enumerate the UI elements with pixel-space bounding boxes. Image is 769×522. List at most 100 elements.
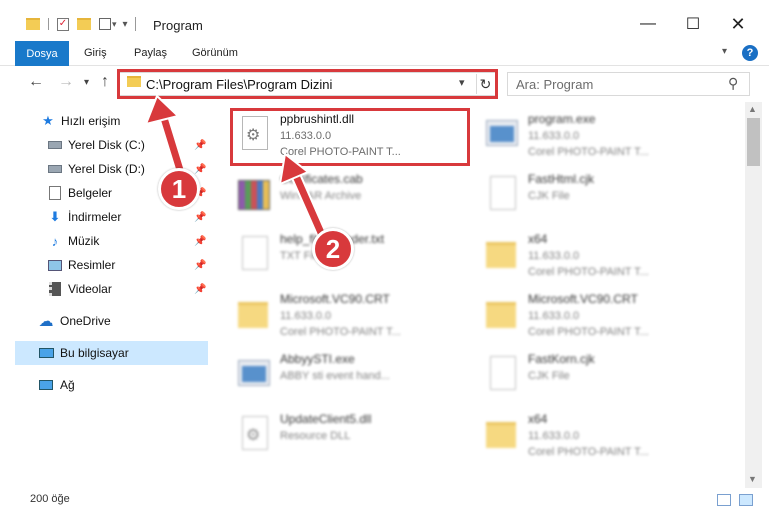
tab-share[interactable]: Paylaş <box>134 47 167 59</box>
ribbon-tabs <box>0 40 769 66</box>
folder-icon <box>484 414 520 458</box>
cloud-icon: ☁ <box>38 313 54 330</box>
sidebar-item-label: Ağ <box>60 378 75 392</box>
documents-icon <box>47 185 63 201</box>
file-name: Microsoft.VC90.CRT <box>528 292 638 306</box>
file-name: x64 <box>528 232 548 246</box>
sidebar-item-label: İndirmeler <box>68 210 122 224</box>
file-name: FastKorn.cjk <box>528 352 595 366</box>
sidebar-item-videos[interactable]: Videolar 📌 <box>0 278 208 300</box>
pin-icon: 📌 <box>194 235 207 247</box>
pin-icon: 📌 <box>194 259 207 271</box>
file-name: program.exe <box>528 112 596 126</box>
file-type: CJK File <box>528 190 570 202</box>
tab-view[interactable]: Görünüm <box>192 47 238 59</box>
search-icon[interactable]: ⚲ <box>728 75 738 92</box>
file-version: 11.633.0.0 <box>528 130 580 142</box>
folder-icon[interactable] <box>26 18 40 30</box>
file-item[interactable]: AbbyySTI.exe ABBY sti event hand... <box>236 350 476 406</box>
file-description: Corel PHOTO-PAINT T... <box>528 266 649 278</box>
tab-file[interactable]: Dosya <box>15 41 69 66</box>
properties-icon[interactable]: ✓ <box>57 17 69 31</box>
sidebar-item-this-pc[interactable]: Bu bilgisayar <box>15 341 208 365</box>
quick-access-toolbar: ✓ ▾ ▾ <box>26 14 136 34</box>
file-item[interactable]: Microsoft.VC90.CRT 11.633.0.0 Corel PHOT… <box>484 290 724 346</box>
new-folder-icon[interactable] <box>77 18 91 30</box>
up-icon[interactable]: ↑ <box>101 73 109 91</box>
dll-gear-icon <box>236 414 272 458</box>
file-name: Certificates.cab <box>280 172 363 186</box>
drive-icon <box>47 137 63 153</box>
star-icon: ★ <box>42 113 54 128</box>
item-count: 200 öğe <box>30 493 70 505</box>
exe-icon <box>236 354 272 398</box>
blank-file-icon <box>484 174 520 218</box>
file-highlight-box <box>230 108 470 166</box>
pin-icon: 📌 <box>194 163 207 175</box>
file-type: WinRAR Archive <box>280 190 362 202</box>
back-icon[interactable]: ← <box>28 73 44 91</box>
customize-icon[interactable]: ▾ <box>123 19 128 30</box>
sidebar-item-onedrive[interactable]: ☁ OneDrive <box>0 310 208 332</box>
file-item[interactable]: Microsoft.VC90.CRT 11.633.0.0 Corel PHOT… <box>236 290 476 346</box>
file-version: 11.633.0.0 <box>528 310 580 322</box>
scrollbar-thumb[interactable] <box>747 118 760 166</box>
scroll-down-icon[interactable]: ▼ <box>748 474 757 484</box>
sidebar-item-network[interactable]: Ağ <box>0 374 208 396</box>
status-bar <box>0 488 769 522</box>
maximize-icon[interactable]: ☐ <box>673 10 713 38</box>
tab-home[interactable]: Giriş <box>84 47 107 59</box>
minimize-icon[interactable]: — <box>628 10 668 38</box>
file-item[interactable]: help_file_header.txt TXT File <box>236 230 476 286</box>
help-icon[interactable]: ? <box>742 45 758 61</box>
file-version: 11.633.0.0 <box>280 310 332 322</box>
file-description: Corel PHOTO-PAINT T... <box>528 446 649 458</box>
window-title: Program <box>153 18 203 33</box>
file-item[interactable]: Certificates.cab WinRAR Archive <box>236 170 476 226</box>
file-type: CJK File <box>528 370 570 382</box>
sidebar-item-label: Belgeler <box>68 186 113 200</box>
step-badge-2: 2 <box>312 228 354 270</box>
file-name: x64 <box>528 412 548 426</box>
sidebar-item-label: Yerel Disk (C:) <box>68 138 145 152</box>
close-icon[interactable]: ✕ <box>718 10 758 38</box>
pin-icon: 📌 <box>194 139 207 151</box>
search-placeholder[interactable]: Ara: Program <box>516 77 593 92</box>
sidebar-item-music[interactable]: ♪ Müzik 📌 <box>0 230 208 252</box>
sidebar-item-label: Videolar <box>68 282 112 296</box>
downloads-icon: ⬇ <box>49 209 61 224</box>
recent-locations-icon[interactable]: ▾ <box>84 77 89 88</box>
pin-icon: 📌 <box>194 211 207 223</box>
chevron-down-icon[interactable]: ▾ <box>722 46 727 57</box>
sidebar-item-label: Yerel Disk (D:) <box>68 162 145 176</box>
sidebar-item-label: Resimler <box>68 258 116 272</box>
file-item[interactable]: x64 11.633.0.0 Corel PHOTO-PAINT T... <box>484 410 724 466</box>
file-description: Corel PHOTO-PAINT T... <box>280 326 401 338</box>
folder-icon <box>236 294 272 338</box>
divider <box>134 17 136 31</box>
forward-icon[interactable]: → <box>58 73 74 91</box>
file-item[interactable]: FastKorn.cjk CJK File <box>484 350 724 406</box>
view-icon[interactable] <box>99 18 111 30</box>
computer-icon <box>38 345 54 361</box>
file-item[interactable]: FastHtml.cjk CJK File <box>484 170 724 226</box>
sidebar-item-pictures[interactable]: Resimler 📌 <box>0 254 208 276</box>
file-version: 11.633.0.0 <box>528 430 580 442</box>
large-icons-view-icon[interactable] <box>739 494 753 506</box>
file-version: 11.633.0.0 <box>528 250 580 262</box>
winrar-archive-icon <box>236 174 272 218</box>
file-item[interactable]: program.exe 11.633.0.0 Corel PHOTO-PAINT… <box>484 110 724 166</box>
sidebar-item-quick-access[interactable]: ★ Hızlı erişim <box>0 110 208 132</box>
chevron-down-icon[interactable]: ▾ <box>112 19 117 30</box>
file-item[interactable]: UpdateClient5.dll Resource DLL <box>236 410 476 466</box>
file-item[interactable]: x64 11.633.0.0 Corel PHOTO-PAINT T... <box>484 230 724 286</box>
scroll-up-icon[interactable]: ▲ <box>748 104 757 114</box>
folder-icon <box>484 234 520 278</box>
file-name: Microsoft.VC90.CRT <box>280 292 390 306</box>
blank-file-icon <box>484 354 520 398</box>
details-view-icon[interactable] <box>717 494 731 506</box>
sidebar-item-drive-c[interactable]: Yerel Disk (C:) 📌 <box>0 134 208 156</box>
pin-icon: 📌 <box>194 283 207 295</box>
file-name: UpdateClient5.dll <box>280 412 372 426</box>
file-description: ABBY sti event hand... <box>280 370 390 382</box>
